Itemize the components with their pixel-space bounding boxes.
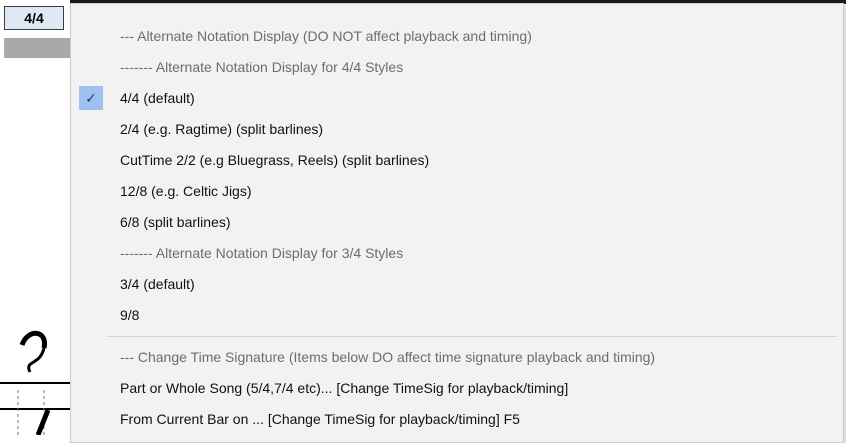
menu-item-label: CutTime 2/2 (e.g Bluegrass, Reels) (spli… bbox=[120, 152, 430, 168]
menu-item-6-8[interactable]: 6/8 (split barlines) bbox=[71, 207, 843, 237]
notation-panel: 4/4 bbox=[0, 0, 70, 435]
menu-separator bbox=[107, 336, 837, 337]
menu-item-label: From Current Bar on ... [Change TimeSig … bbox=[120, 411, 520, 427]
menu-header-change-time-signature: --- Change Time Signature (Items below D… bbox=[71, 342, 843, 372]
menu-item-label: 2/4 (e.g. Ragtime) (split barlines) bbox=[120, 121, 324, 137]
time-signature-menu: --- Alternate Notation Display (DO NOT a… bbox=[70, 3, 844, 443]
menu-header-alternate-notation: --- Alternate Notation Display (DO NOT a… bbox=[71, 21, 843, 51]
notation-staff-icon bbox=[0, 330, 70, 435]
menu-item-from-current-bar[interactable]: From Current Bar on ... [Change TimeSig … bbox=[71, 404, 843, 434]
menu-header-3-4-styles: ------- Alternate Notation Display for 3… bbox=[71, 238, 843, 268]
menu-item-label: 3/4 (default) bbox=[120, 276, 195, 292]
menu-item-12-8-jigs[interactable]: 12/8 (e.g. Celtic Jigs) bbox=[71, 176, 843, 206]
menu-item-label: Part or Whole Song (5/4,7/4 etc)... [Cha… bbox=[120, 380, 569, 396]
menu-item-cuttime-2-2[interactable]: CutTime 2/2 (e.g Bluegrass, Reels) (spli… bbox=[71, 145, 843, 175]
menu-item-label: ------- Alternate Notation Display for 4… bbox=[120, 59, 404, 75]
checkmark-icon: ✓ bbox=[79, 86, 103, 110]
menu-item-label: ------- Alternate Notation Display for 3… bbox=[120, 245, 404, 261]
menu-item-label: 4/4 (default) bbox=[120, 90, 195, 106]
menu-item-label: --- Alternate Notation Display (DO NOT a… bbox=[120, 28, 532, 44]
menu-item-label: 12/8 (e.g. Celtic Jigs) bbox=[120, 183, 252, 199]
menu-item-3-4-default[interactable]: 3/4 (default) bbox=[71, 269, 843, 299]
menu-header-4-4-styles: ------- Alternate Notation Display for 4… bbox=[71, 52, 843, 82]
menu-item-label: --- Change Time Signature (Items below D… bbox=[120, 349, 656, 365]
menu-item-2-4-ragtime[interactable]: 2/4 (e.g. Ragtime) (split barlines) bbox=[71, 114, 843, 144]
menu-item-4-4-default[interactable]: ✓ 4/4 (default) bbox=[71, 83, 843, 113]
time-signature-box[interactable]: 4/4 bbox=[4, 6, 64, 30]
menu-item-9-8[interactable]: 9/8 bbox=[71, 300, 843, 330]
menu-item-label: 6/8 (split barlines) bbox=[120, 214, 231, 230]
toolbar-strip bbox=[4, 38, 70, 58]
menu-item-part-or-whole-song[interactable]: Part or Whole Song (5/4,7/4 etc)... [Cha… bbox=[71, 373, 843, 403]
menu-item-label: 9/8 bbox=[120, 307, 140, 323]
